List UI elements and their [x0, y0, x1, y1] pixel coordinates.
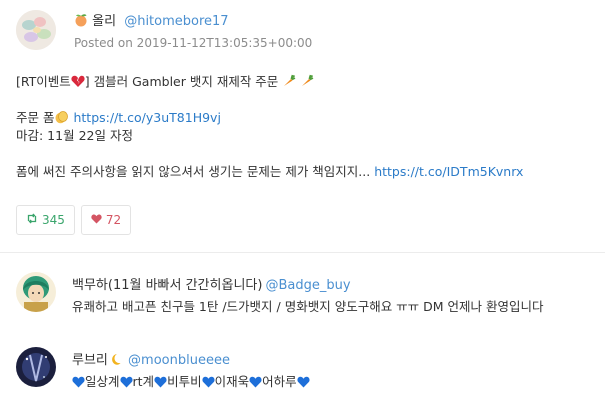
tweet-link[interactable]: https://t.co/IDTm5Kvnrx: [374, 164, 523, 179]
tweet-line-4: 폼에 써진 주의사항을 읽지 않으셔서 생기는 문제는 제가 책임지지... h…: [16, 163, 591, 181]
user-handle[interactable]: @Badge_buy: [265, 278, 350, 293]
bio-part: 어하루: [262, 374, 297, 389]
bio-part: 이재욱: [214, 374, 250, 389]
retweet-icon: [26, 213, 38, 227]
deadline-text: 마감: 11월 22일 자정: [16, 128, 133, 143]
tweet-line-1: [RT이벤트 ] 갬블러 Gambler 뱃지 재제작 주문: [16, 73, 591, 91]
peach-icon: [74, 13, 88, 32]
crescent-moon-icon: [108, 353, 121, 370]
blue-heart-icon: [119, 376, 133, 391]
tweet-stats: 345 72: [16, 205, 132, 235]
user-avatar[interactable]: [16, 272, 56, 312]
user-display-name[interactable]: 루브리: [72, 353, 108, 368]
carrot-icon: [282, 74, 296, 93]
blue-heart-icon: [202, 376, 215, 391]
blue-heart-icon: [154, 376, 167, 391]
user-display-name[interactable]: 백무하(11월 바빠서 간간히옵니다): [72, 278, 262, 293]
heart-icon: [91, 213, 102, 227]
broken-heart-icon: [71, 75, 85, 93]
blue-heart-icon: [249, 376, 262, 391]
blue-heart-icon: [297, 376, 310, 391]
like-count-button[interactable]: 72: [80, 205, 132, 235]
retweet-count-button[interactable]: 345: [16, 205, 75, 235]
bio-part: 일상계: [85, 374, 120, 389]
user-bio: 유쾌하고 배고픈 친구들 1탄 /드가뱃지 / 명화뱃지 양도구해요 ㅠㅠ DM…: [72, 299, 544, 314]
tweet-page: 올리 @hitomebore17 Posted on 2019-11-12T13…: [0, 0, 605, 405]
blue-heart-icon: [72, 376, 85, 391]
tweet-text: [RT이벤트 ] 갬블러 Gambler 뱃지 재제작 주문 주문 폼 https…: [16, 73, 591, 181]
notice-text: 폼에 써진 주의사항을 읽지 않으셔서 생기는 문제는 제가 책임지지...: [16, 164, 371, 179]
bio-part: rt계: [132, 374, 155, 389]
bio-part: 비투비: [167, 374, 202, 389]
author-handle[interactable]: @hitomebore17: [124, 14, 228, 29]
like-count: 72: [105, 213, 122, 227]
order-form-link[interactable]: https://t.co/y3uT81H9vj: [73, 110, 220, 125]
user-bio: 일상계 rt계 비투비 이재욱 어하루: [72, 371, 310, 391]
author-name[interactable]: 올리: [92, 14, 116, 29]
user-header: 루브리 @moonblueeee: [72, 349, 230, 370]
user-header: 백무하(11월 바빠서 간간히옵니다) @Badge_buy: [72, 274, 351, 293]
tweet-line-2: 주문 폼 https://t.co/y3uT81H9vj: [16, 109, 591, 127]
post-timestamp: Posted on 2019-11-12T13:05:35+00:00: [74, 36, 313, 50]
section-divider: [0, 252, 605, 253]
author-header: 올리 @hitomebore17: [74, 13, 229, 32]
retweet-count: 345: [42, 213, 65, 227]
user-list-item[interactable]: 백무하(11월 바빠서 간간히옵니다) @Badge_buy 유쾌하고 배고픈 친…: [0, 272, 605, 322]
user-avatar[interactable]: [16, 347, 56, 387]
user-list-item[interactable]: 루브리 @moonblueeee 일상계 rt계 비투비 이재욱 어하루: [0, 347, 605, 397]
order-form-label: 주문 폼: [16, 110, 55, 125]
carrot-icon: [300, 74, 314, 93]
author-avatar[interactable]: [16, 10, 56, 50]
tweet-line-1-prefix: [RT이벤트: [16, 74, 71, 89]
user-handle[interactable]: @moonblueeee: [128, 353, 230, 368]
tweet-line-1-text: ] 갬블러 Gambler 뱃지 재제작 주문: [84, 74, 279, 89]
